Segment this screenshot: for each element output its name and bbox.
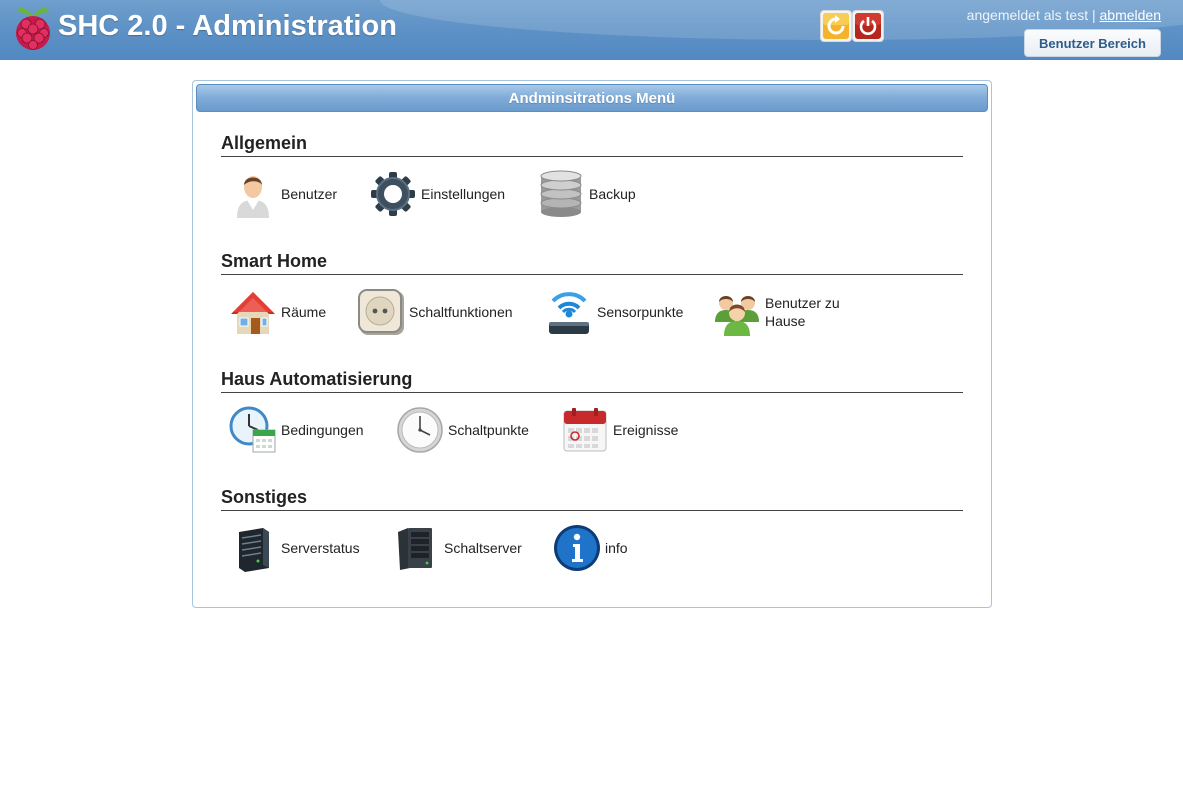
- clock-icon: [394, 405, 446, 455]
- wifi-sensor-icon: [543, 287, 595, 337]
- menu-item-bedingungen[interactable]: Bedingungen: [227, 405, 364, 455]
- login-text: angemeldet als test |: [966, 7, 1096, 23]
- section-title: Allgemein: [221, 133, 963, 157]
- menu-item-schaltserver[interactable]: Schaltserver: [390, 523, 522, 573]
- menu-item-benutzer-zu-hause[interactable]: Benutzer zu Hause: [711, 287, 865, 337]
- menu-item-label: Sensorpunkte: [597, 304, 684, 320]
- menu-item-raeume[interactable]: Räume: [227, 287, 326, 337]
- section-title: Haus Automatisierung: [221, 369, 963, 393]
- power-icon: [855, 13, 881, 39]
- app-title: SHC 2.0 - Administration: [58, 10, 397, 42]
- gear-icon: [367, 169, 419, 219]
- menu-item-schaltfunktionen[interactable]: Schaltfunktionen: [355, 287, 513, 337]
- menu-item-label: Backup: [589, 186, 636, 202]
- menu-item-einstellungen[interactable]: Einstellungen: [367, 169, 505, 219]
- clock-calendar-icon: [227, 405, 279, 455]
- socket-icon: [355, 287, 407, 337]
- server-icon: [227, 523, 279, 573]
- section-title: Smart Home: [221, 251, 963, 275]
- section-haus-automatisierung: Haus Automatisierung Bedingungen Schaltp…: [221, 369, 963, 463]
- info-icon: [551, 523, 603, 573]
- menu-item-info[interactable]: info: [551, 523, 628, 573]
- shutdown-button[interactable]: [852, 10, 884, 42]
- menu-item-label: Räume: [281, 304, 327, 320]
- menu-item-label: Benutzer: [281, 186, 338, 202]
- menu-item-label: Bedingungen: [281, 422, 364, 438]
- menu-item-label: Benutzer zu Hause: [765, 295, 840, 329]
- menu-item-label: info: [605, 540, 628, 556]
- app-header: SHC 2.0 - Administration angemeldet als …: [0, 0, 1183, 60]
- database-icon: [535, 169, 587, 219]
- menu-item-label: Ereignisse: [613, 422, 679, 438]
- users-group-icon: [711, 287, 763, 337]
- raspberry-pi-logo-icon: [12, 2, 54, 52]
- panel-title: Andminsitrations Menü: [196, 84, 988, 112]
- server-rack-icon: [390, 523, 442, 573]
- house-icon: [227, 287, 279, 337]
- calendar-icon: [559, 405, 611, 455]
- menu-item-backup[interactable]: Backup: [535, 169, 636, 219]
- user-area-button[interactable]: Benutzer Bereich: [1024, 29, 1161, 57]
- menu-item-benutzer[interactable]: Benutzer: [227, 169, 337, 219]
- user-icon: [227, 169, 279, 219]
- menu-item-label: Einstellungen: [421, 186, 506, 202]
- login-info: angemeldet als test | abmelden: [967, 7, 1161, 23]
- menu-item-label: Serverstatus: [281, 540, 360, 556]
- admin-menu-panel: Andminsitrations Menü Allgemein Benutzer: [192, 80, 992, 608]
- menu-item-serverstatus[interactable]: Serverstatus: [227, 523, 360, 573]
- section-allgemein: Allgemein Benutzer Einstellungen Backup: [221, 133, 963, 227]
- section-title: Sonstiges: [221, 487, 963, 511]
- menu-item-schaltpunkte[interactable]: Schaltpunkte: [394, 405, 529, 455]
- menu-item-label: Schaltserver: [444, 540, 522, 556]
- reload-button[interactable]: [820, 10, 852, 42]
- menu-item-label: Schaltfunktionen: [409, 304, 513, 320]
- reload-icon: [823, 13, 849, 39]
- section-smart-home: Smart Home Räume Schaltfunktionen Sensor…: [221, 251, 963, 345]
- menu-item-label: Schaltpunkte: [448, 422, 529, 438]
- logout-link[interactable]: abmelden: [1100, 7, 1162, 23]
- menu-item-ereignisse[interactable]: Ereignisse: [559, 405, 678, 455]
- menu-item-sensorpunkte[interactable]: Sensorpunkte: [543, 287, 683, 337]
- section-sonstiges: Sonstiges Serverstatus Schaltserver info: [221, 487, 963, 581]
